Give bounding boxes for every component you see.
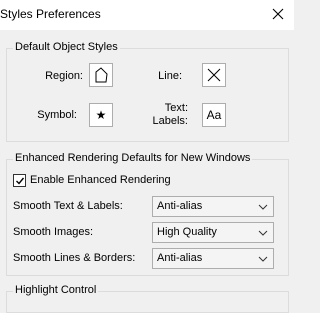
smooth-text-value: Anti-alias [157,200,203,212]
star-icon: ★ [95,108,107,122]
default-object-styles-group: Default Object Styles Region: Line: Symb… [6,41,289,142]
highlight-control-legend: Highlight Control [13,284,99,296]
symbol-label: Symbol: [37,109,77,121]
chevron-down-icon [258,204,268,210]
smooth-images-select[interactable]: High Quality [152,222,274,243]
smooth-images-value: High Quality [157,226,217,238]
enable-enhanced-rendering-checkbox[interactable] [13,174,26,187]
region-style-button[interactable] [89,63,113,87]
close-button[interactable] [262,2,294,26]
smooth-lines-select[interactable]: Anti-alias [152,248,274,269]
smooth-lines-label: Smooth Lines & Borders: [13,252,136,264]
smooth-images-label: Smooth Images: [13,226,94,238]
text-labels-label: Text: Labels: [152,102,188,127]
smooth-text-label: Smooth Text & Labels: [13,200,123,212]
enhanced-rendering-legend: Enhanced Rendering Defaults for New Wind… [13,152,253,164]
line-label: Line: [158,70,182,82]
region-polygon-icon [95,67,108,83]
window-title: Styles Preferences [0,7,101,21]
enable-enhanced-rendering-label[interactable]: Enable Enhanced Rendering [30,174,171,186]
text-style-button[interactable]: Aa [202,103,226,127]
line-x-icon [207,68,221,82]
title-bar: Styles Preferences [0,0,294,30]
highlight-control-group: Highlight Control [6,284,289,313]
chevron-down-icon [258,230,268,236]
default-object-styles-legend: Default Object Styles [13,41,120,53]
line-style-button[interactable] [202,63,226,87]
region-label: Region: [45,70,83,82]
chevron-down-icon [258,256,268,262]
symbol-style-button[interactable]: ★ [89,103,113,127]
text-aa-icon: Aa [206,108,222,122]
close-icon [272,8,284,20]
smooth-lines-value: Anti-alias [157,252,203,264]
smooth-text-select[interactable]: Anti-alias [152,196,274,217]
checkmark-icon [15,177,24,185]
